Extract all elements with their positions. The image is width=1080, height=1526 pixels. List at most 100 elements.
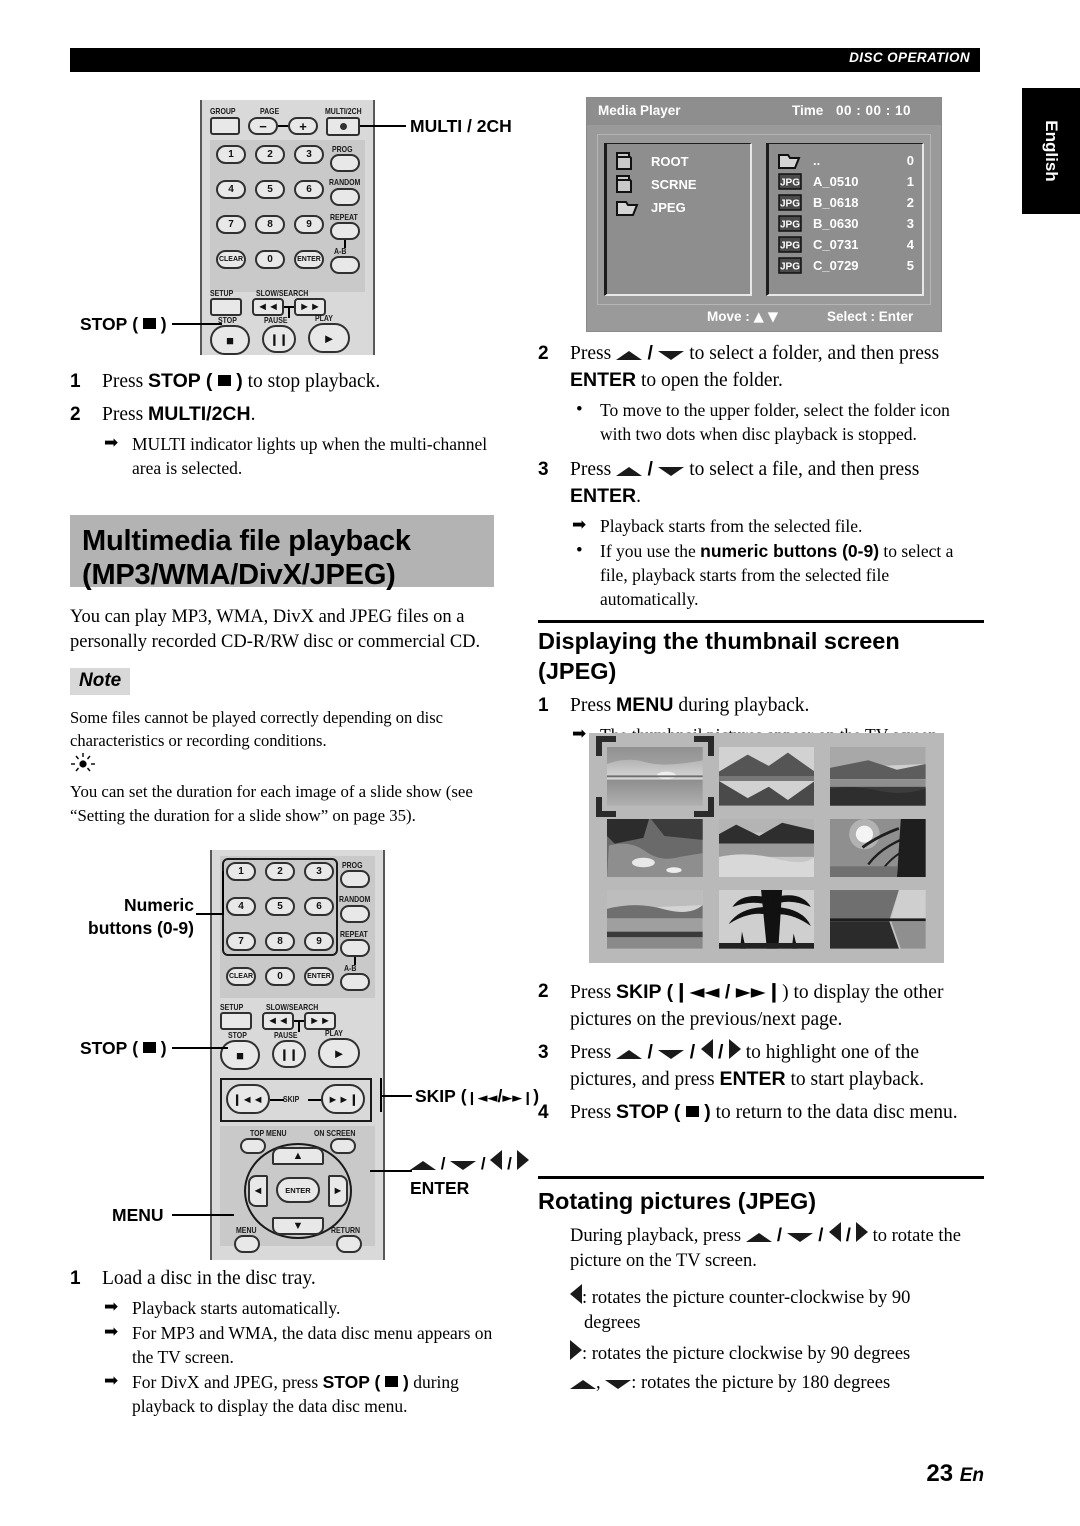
file-row[interactable]: JPG B_0630 3: [769, 214, 922, 235]
a-b-button[interactable]: [330, 256, 360, 274]
key-7[interactable]: 7: [216, 215, 246, 234]
sub-text-pre: If you use the: [600, 541, 701, 561]
thumb-heading: Displaying the thumbnail screen (JPEG): [538, 628, 900, 684]
key-5[interactable]: 5: [255, 180, 285, 199]
key-0[interactable]: 0: [255, 250, 285, 269]
file-pane[interactable]: .. 0 JPG A_0510 1 JPG B_0618 2 JPG B_063…: [766, 143, 924, 296]
page-minus-button[interactable]: −: [248, 117, 278, 135]
thumbnail-cell[interactable]: [830, 890, 926, 949]
numeric-group-outline: [222, 858, 338, 956]
group-button[interactable]: [210, 117, 240, 135]
a-b-button[interactable]: [340, 973, 370, 991]
key-clear[interactable]: CLEAR: [216, 250, 246, 269]
manual-page: DISC OPERATION English GROUP PAGE − + MU…: [0, 0, 1080, 1526]
repeat-button[interactable]: [330, 222, 360, 240]
thumbnail-cell[interactable]: [718, 747, 815, 806]
skip-previous-button[interactable]: ❙◄◄: [226, 1084, 270, 1114]
thumbnail-cell[interactable]: [830, 747, 926, 806]
thumbnail-cell[interactable]: [718, 890, 815, 949]
file-row[interactable]: JPG C_0729 5: [769, 256, 922, 277]
cursor-down-icon: [605, 1380, 632, 1389]
leader-stop-top: [172, 323, 222, 325]
osd-title: Media Player: [598, 103, 681, 118]
step-text-bold: ENTER: [570, 485, 637, 507]
top-menu-button[interactable]: [240, 1138, 266, 1154]
folder-row[interactable]: ROOT: [607, 152, 750, 175]
folder-pane[interactable]: ROOT SCRNE JPEG: [604, 143, 752, 296]
file-row[interactable]: JPG A_0510 1: [769, 172, 922, 193]
remote-diagram-bottom: 1 2 3 4 5 6 7 8 9 CLEAR 0 ENTER PROG RAN…: [190, 850, 420, 1260]
cursor-up-icon: [616, 351, 643, 360]
right-step-3-sub-2: • If you use the numeric buttons (0-9) t…: [570, 539, 984, 611]
arrow-right-icon: ➡: [104, 1371, 119, 1391]
step-number: 3: [538, 459, 549, 480]
rotate-right-line: : rotates the picture clockwise by 90 de…: [570, 1340, 978, 1367]
folder-row[interactable]: SCRNE: [607, 175, 750, 198]
cursor-right-icon: [728, 1039, 741, 1059]
key-2[interactable]: 2: [255, 145, 285, 164]
key-3[interactable]: 3: [294, 145, 324, 164]
cursor-left-button[interactable]: ◄: [248, 1175, 268, 1207]
prog-button[interactable]: [340, 870, 370, 888]
key-1[interactable]: 1: [216, 145, 246, 164]
key-9[interactable]: 9: [294, 215, 324, 234]
stop-button[interactable]: ■: [210, 325, 250, 355]
multi-2ch-button[interactable]: [326, 117, 360, 136]
thumbnail-cell[interactable]: [607, 818, 703, 878]
thumbnail-cell-selected[interactable]: [596, 736, 714, 817]
pause-button[interactable]: ❙❙: [262, 325, 296, 353]
tip-icon: [70, 752, 510, 780]
key-6[interactable]: 6: [294, 180, 324, 199]
slow-search-reverse-button[interactable]: ◄◄: [252, 298, 284, 316]
file-row[interactable]: .. 0: [769, 151, 922, 172]
cursor-up-button[interactable]: ▲: [272, 1147, 324, 1165]
button-label-prog: PROG: [342, 860, 363, 870]
repeat-button[interactable]: [340, 939, 370, 957]
on-screen-button[interactable]: [330, 1138, 356, 1154]
key-4[interactable]: 4: [216, 180, 246, 199]
button-label-a-b: A-B: [344, 963, 357, 973]
osd-select-hint: Select : Enter: [827, 309, 914, 324]
cursor-down-button[interactable]: ▼: [272, 1217, 324, 1235]
key-enter[interactable]: ENTER: [304, 967, 334, 986]
rotate-left-line: : rotates the picture counter-clockwise …: [570, 1284, 970, 1336]
step-text-pre: Press: [102, 371, 149, 392]
thumbnail-cell[interactable]: [607, 890, 703, 949]
rotate-section: Rotating pictures (JPEG) During playback…: [538, 1180, 984, 1396]
key-0[interactable]: 0: [265, 967, 295, 986]
rotate-updown-text: : rotates the picture by 180 degrees: [631, 1373, 891, 1393]
skip-next-button[interactable]: ►►❙: [321, 1084, 365, 1114]
step-text-post: .: [250, 404, 256, 425]
left-load-step-1: 1 Load a disc in the disc tray.: [70, 1265, 510, 1292]
button-label-stop: STOP: [228, 1030, 247, 1040]
cursor-up-icon: [570, 1380, 596, 1389]
sub-text: MULTI indicator lights up when the multi…: [132, 434, 488, 478]
slow-search-reverse-button[interactable]: ◄◄: [262, 1012, 294, 1030]
play-button[interactable]: ►: [308, 323, 350, 353]
file-row[interactable]: JPG C_0731 4: [769, 235, 922, 256]
right-column-top: 2 Press / to select a folder, and then p…: [538, 340, 984, 611]
thumbnail-cell[interactable]: [718, 818, 815, 878]
prog-button[interactable]: [330, 154, 360, 172]
stop-button[interactable]: ■: [220, 1040, 260, 1070]
load-sub-2: ➡ For MP3 and WMA, the data disc menu ap…: [102, 1321, 510, 1369]
return-button[interactable]: [336, 1235, 362, 1253]
cursor-right-button[interactable]: ►: [328, 1175, 348, 1207]
key-clear[interactable]: CLEAR: [226, 967, 256, 986]
folder-row-selected[interactable]: JPEG: [607, 198, 750, 221]
enter-button[interactable]: ENTER: [276, 1177, 320, 1203]
key-8[interactable]: 8: [255, 215, 285, 234]
setup-button[interactable]: [220, 1012, 252, 1030]
setup-button[interactable]: [210, 298, 242, 316]
down-arrow-icon: ▼: [767, 309, 779, 325]
callout-menu: MENU: [112, 1205, 164, 1225]
play-button[interactable]: ►: [318, 1038, 360, 1068]
key-enter[interactable]: ENTER: [294, 250, 324, 269]
menu-button[interactable]: [234, 1235, 260, 1253]
random-button[interactable]: [340, 905, 370, 923]
file-row[interactable]: JPG B_0618 2: [769, 193, 922, 214]
random-button[interactable]: [330, 188, 360, 206]
thumbnail-cell[interactable]: [830, 818, 926, 878]
page-plus-button[interactable]: +: [288, 117, 318, 135]
pause-button[interactable]: ❙❙: [272, 1040, 306, 1068]
